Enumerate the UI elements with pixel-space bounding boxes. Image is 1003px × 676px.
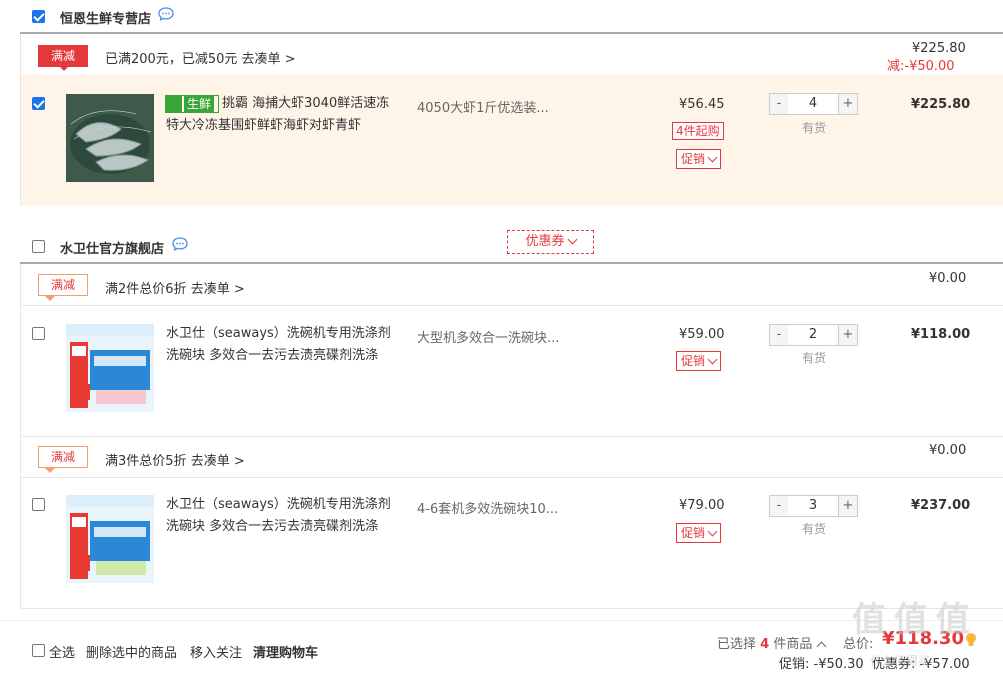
item2-title[interactable]: 水卫仕（seaways）洗碗机专用洗涤剂洗碗块 多效合一去污去渍亮碟剂洗涤 <box>166 323 402 367</box>
chat-icon[interactable] <box>158 7 174 21</box>
shop1-checkbox[interactable] <box>32 10 45 23</box>
item1-promo-button[interactable]: 促销 <box>676 149 722 169</box>
promo-link[interactable]: 去凑单 > <box>191 454 245 469</box>
watermark-subtext: 什么值得买 <box>870 654 931 668</box>
group2-subtotal: ¥0.00 <box>929 443 967 458</box>
item2-price: ¥59.00 <box>679 327 725 342</box>
promo-text: 满2件总价6折 去凑单 > <box>105 282 245 297</box>
item1-total: ¥225.80 <box>911 97 971 112</box>
promo-text: 满3件总价5折 去凑单 > <box>105 454 245 469</box>
move-to-follow-link[interactable]: 移入关注 <box>190 642 242 661</box>
promo-link[interactable]: 去凑单 > <box>191 282 245 297</box>
plus-button[interactable]: + <box>838 495 858 517</box>
item1-checkbox[interactable] <box>32 97 45 110</box>
item3-total: ¥237.00 <box>911 498 971 513</box>
item2-checkbox[interactable] <box>32 327 45 340</box>
promo-tag: 满减 <box>38 446 88 473</box>
shop1-divider <box>20 32 1003 34</box>
item3-promo-button[interactable]: 促销 <box>676 523 722 543</box>
item2-promo-button[interactable]: 促销 <box>676 351 722 371</box>
shop2-divider <box>20 262 1003 264</box>
dishwasher-tablet-image[interactable] <box>66 495 154 583</box>
select-all-label[interactable]: 全选 <box>49 642 75 661</box>
select-all-checkbox[interactable] <box>32 644 45 657</box>
item3-title[interactable]: 水卫仕（seaways）洗碗机专用洗涤剂洗碗块 多效合一去污去渍亮碟剂洗涤 <box>166 494 402 538</box>
quantity-input[interactable]: 3 <box>788 495 838 517</box>
promo-text: 已满200元，已减50元 去凑单 > <box>105 52 296 67</box>
item1-min-purchase: 4件起购 <box>672 122 724 140</box>
item2-stock: 有货 <box>802 351 827 365</box>
dishwasher-tablet-image[interactable] <box>66 324 154 412</box>
coupon-button[interactable]: 优惠券 <box>507 230 594 254</box>
minus-button[interactable]: - <box>769 324 789 346</box>
shop1-name[interactable]: 恒恩生鲜专营店 <box>60 8 151 27</box>
clear-cart-link[interactable]: 清理购物车 <box>253 642 318 661</box>
shop1-discount: 减:-¥50.00 <box>887 59 955 74</box>
shop2-name[interactable]: 水卫仕官方旗舰店 <box>60 238 164 257</box>
shop1-subtotal: ¥225.80 <box>912 41 966 56</box>
item3-stock: 有货 <box>802 522 827 536</box>
item1-price: ¥56.45 <box>679 97 725 112</box>
item1-title[interactable]: 挑霸 海捕大虾3040鲜活速冻特大冷冻基围虾鲜虾海虾对虾青虾 <box>166 93 402 137</box>
item1-stock: 有货 <box>802 121 827 135</box>
minus-button[interactable]: - <box>769 495 789 517</box>
group1-subtotal: ¥0.00 <box>929 271 967 286</box>
delete-selected-link[interactable]: 删除选中的商品 <box>86 642 177 661</box>
item3-spec[interactable]: 4-6套机多效洗碗块10... <box>417 498 558 517</box>
row-divider <box>21 477 1003 478</box>
quantity-input[interactable]: 4 <box>788 93 838 115</box>
shop2-checkbox[interactable] <box>32 240 45 253</box>
row-divider <box>21 305 1003 306</box>
group-divider <box>21 436 1003 437</box>
promo-tag-arrow <box>60 67 68 71</box>
item2-total: ¥118.00 <box>911 327 971 342</box>
plus-button[interactable]: + <box>838 93 858 115</box>
watermark-logo: 值 值 值 <box>852 600 970 640</box>
chevron-up-icon <box>816 641 827 652</box>
item2-spec[interactable]: 大型机多效合一洗碗块... <box>417 327 559 346</box>
promo-link[interactable]: 去凑单 > <box>242 52 296 67</box>
quantity-input[interactable]: 2 <box>788 324 838 346</box>
selected-count-toggle[interactable]: 已选择 4 件商品 <box>717 633 827 652</box>
minus-button[interactable]: - <box>769 93 789 115</box>
item1-spec[interactable]: 4050大虾1斤优选装... <box>417 97 549 116</box>
promo-tag: 满减 <box>38 45 88 67</box>
plus-button[interactable]: + <box>838 324 858 346</box>
shrimp-product-image[interactable] <box>66 94 154 182</box>
chat-icon[interactable] <box>172 237 188 251</box>
promo-tag: 满减 <box>38 274 88 301</box>
item3-checkbox[interactable] <box>32 498 45 511</box>
item3-price: ¥79.00 <box>679 498 725 513</box>
